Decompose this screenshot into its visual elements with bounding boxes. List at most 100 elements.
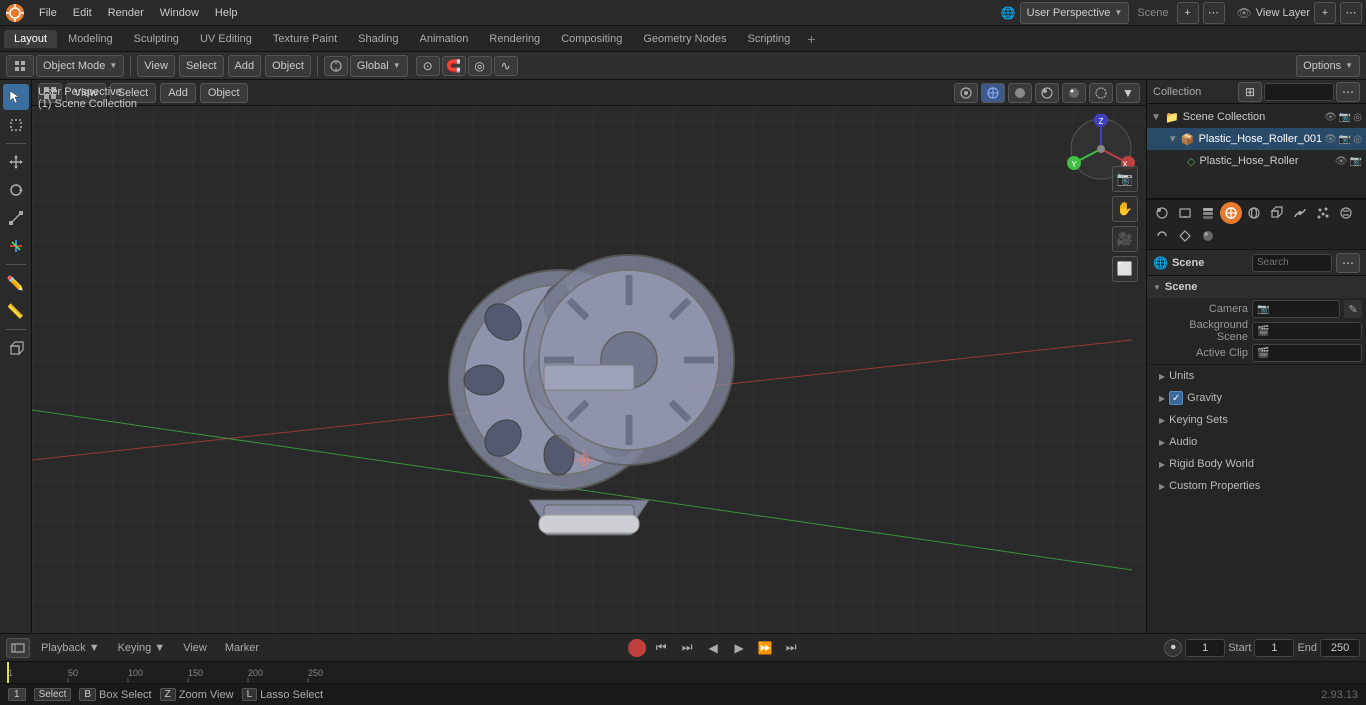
outliner-sort-btn[interactable]: ⋯ [1336, 82, 1360, 102]
rotate-tool-btn[interactable] [3, 177, 29, 203]
viewport-object-btn[interactable]: Object [200, 83, 248, 103]
measure-tool-btn[interactable]: 📏 [3, 298, 29, 324]
tab-layout[interactable]: Layout [4, 30, 57, 48]
proportional-edit-btn[interactable]: ◎ [468, 56, 492, 76]
move-tool-btn[interactable] [3, 149, 29, 175]
viewport-gizmo-btn[interactable] [954, 83, 978, 103]
active-clip-value-field[interactable]: 🎬 [1252, 344, 1362, 362]
mode-selector-icon[interactable] [6, 55, 34, 77]
end-frame-input[interactable]: 250 [1320, 639, 1360, 657]
new-view-layer-btn[interactable]: + [1314, 2, 1336, 24]
viewport-shading-solid-btn[interactable] [1008, 83, 1032, 103]
menu-edit[interactable]: Edit [66, 5, 99, 21]
outliner-select-btn-0[interactable]: ◎ [1353, 112, 1362, 123]
view-menu-btn[interactable]: View [137, 55, 175, 77]
camera-value-field[interactable]: 📷 [1252, 300, 1340, 318]
audio-section[interactable]: ▶ Audio [1147, 431, 1366, 453]
props-tab-modifiers[interactable] [1289, 202, 1311, 224]
camera-view-btn[interactable]: 📷 [1112, 166, 1138, 192]
viewport-add-btn[interactable]: Add [160, 83, 196, 103]
props-tab-render[interactable] [1151, 202, 1173, 224]
viewport-select-btn[interactable]: Select [110, 83, 157, 103]
cursor-tool-btn[interactable] [3, 84, 29, 110]
start-frame-input[interactable]: 1 [1254, 639, 1294, 657]
add-menu-btn[interactable]: Add [228, 55, 262, 77]
tab-uv-editing[interactable]: UV Editing [190, 30, 262, 48]
tab-modeling[interactable]: Modeling [58, 30, 123, 48]
marker-btn[interactable]: Marker [218, 640, 266, 656]
custom-properties-section[interactable]: ▶ Custom Properties [1147, 475, 1366, 497]
menu-window[interactable]: Window [153, 5, 206, 21]
select-box-tool-btn[interactable] [3, 112, 29, 138]
blender-logo-icon[interactable] [4, 2, 26, 24]
zoom-key[interactable]: Z [160, 688, 176, 701]
tab-compositing[interactable]: Compositing [551, 30, 632, 48]
outliner-visibility-btn-1[interactable]: 👁 [1324, 134, 1337, 145]
new-scene-btn[interactable]: + [1177, 2, 1199, 24]
render-region-btn[interactable]: ⬜ [1112, 256, 1138, 282]
outliner-select-btn-1[interactable]: ◎ [1353, 134, 1362, 145]
props-tab-constraints[interactable] [1151, 225, 1173, 247]
playback-dropdown-btn[interactable]: Playback ▼ [34, 640, 107, 656]
camera-edit-btn[interactable]: ✎ [1344, 300, 1362, 318]
menu-render[interactable]: Render [101, 5, 151, 21]
outliner-render-btn-1[interactable]: 📷 [1339, 134, 1351, 145]
outliner-filter-btn[interactable]: ⊞ [1238, 82, 1262, 102]
snapping-icon-btn[interactable]: 🧲 [442, 56, 466, 76]
tab-animation[interactable]: Animation [410, 30, 479, 48]
hand-pan-btn[interactable]: ✋ [1112, 196, 1138, 222]
props-tab-material[interactable] [1197, 225, 1219, 247]
props-tab-world[interactable] [1243, 202, 1265, 224]
transform-tool-btn[interactable] [3, 233, 29, 259]
props-filter-btn[interactable]: ⋯ [1336, 253, 1360, 273]
tab-texture-paint[interactable]: Texture Paint [263, 30, 347, 48]
viewport-xray-btn[interactable] [1089, 83, 1113, 103]
annotate-tool-btn[interactable]: ✏️ [3, 270, 29, 296]
scene-section-header[interactable]: ▼ Scene [1147, 276, 1366, 298]
current-frame-input[interactable]: 1 [1185, 639, 1225, 657]
props-tab-scene[interactable] [1220, 202, 1242, 224]
outliner-mesh[interactable]: ◇ Plastic_Hose_Roller 👁 📷 [1147, 150, 1366, 172]
play-btn[interactable]: ▶ [728, 638, 750, 658]
scene-options-btn[interactable]: ⋯ [1203, 2, 1225, 24]
timeline-ruler[interactable]: 1 50 100 150 200 250 [0, 662, 1366, 683]
tab-rendering[interactable]: Rendering [479, 30, 550, 48]
rigid-body-world-section[interactable]: ▶ Rigid Body World [1147, 453, 1366, 475]
camera-lock-btn[interactable]: 🎥 [1112, 226, 1138, 252]
add-workspace-btn[interactable]: + [801, 29, 821, 49]
timeline-editor-type-btn[interactable] [6, 638, 30, 658]
options-dropdown[interactable]: Options ▼ [1296, 55, 1360, 77]
viewport-editor-type-btn[interactable] [38, 83, 62, 103]
keying-sets-section[interactable]: ▶ Keying Sets [1147, 409, 1366, 431]
jump-end-btn[interactable]: ⏭ [780, 638, 802, 658]
props-tab-viewlayer[interactable] [1197, 202, 1219, 224]
play-reverse-btn[interactable]: ◀ [702, 638, 724, 658]
viewport-3d[interactable]: View Select Add Object [32, 80, 1146, 633]
view-layer-options-btn[interactable]: ⋯ [1340, 2, 1362, 24]
props-tab-particles[interactable] [1312, 202, 1334, 224]
add-cube-btn[interactable] [3, 335, 29, 361]
outliner-object-001[interactable]: ▼ 📦 Plastic_Hose_Roller_001 👁 📷 ◎ [1147, 128, 1366, 150]
transform-icon-btn[interactable] [324, 56, 348, 76]
props-tab-physics[interactable] [1335, 202, 1357, 224]
gravity-checkbox[interactable]: ✓ [1169, 391, 1183, 405]
select-key[interactable]: Select [34, 688, 72, 701]
gravity-section[interactable]: ▶ ✓ Gravity [1147, 387, 1366, 409]
props-search-input[interactable] [1252, 254, 1332, 272]
object-menu-btn[interactable]: Object [265, 55, 311, 77]
viewport-shading-material-btn[interactable] [1035, 83, 1059, 103]
units-section[interactable]: ▶ Units [1147, 365, 1366, 387]
outliner-search-input[interactable] [1264, 83, 1334, 101]
background-scene-value-field[interactable]: 🎬 [1252, 322, 1362, 340]
props-tab-object[interactable] [1266, 202, 1288, 224]
lasso-key[interactable]: L [242, 688, 258, 701]
object-mode-dropdown[interactable]: Object Mode ▼ [36, 55, 124, 77]
pivot-icon-btn[interactable]: ⊙ [416, 56, 440, 76]
viewport-shading-dropdown-btn[interactable]: ▼ [1116, 83, 1140, 103]
box-select-key[interactable]: B [79, 688, 96, 701]
outliner-scene-collection[interactable]: ▼ 📁 Scene Collection 👁 📷 ◎ [1147, 106, 1366, 128]
proportional-falloff-btn[interactable]: ∿ [494, 56, 518, 76]
viewport-shading-rendered-btn[interactable] [1062, 83, 1086, 103]
timeline-view-btn[interactable]: View [176, 640, 214, 656]
transform-space-dropdown[interactable]: Global ▼ [350, 55, 408, 77]
